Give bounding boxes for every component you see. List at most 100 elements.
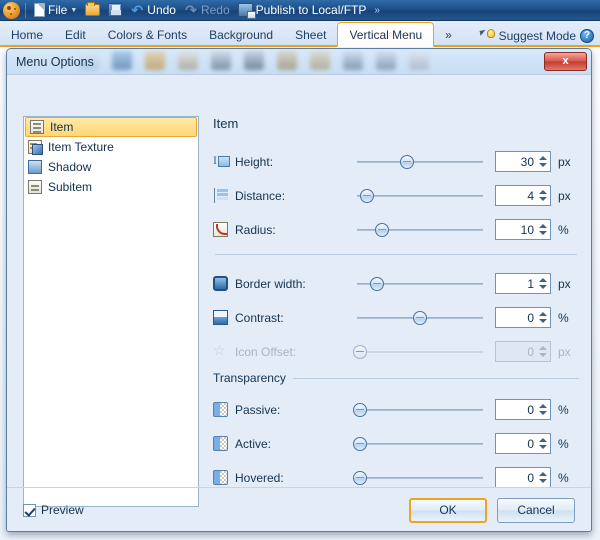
- tab-background[interactable]: Background: [198, 23, 284, 47]
- active-label: Active:: [235, 436, 272, 451]
- radius-value[interactable]: 10: [496, 223, 538, 237]
- file-button[interactable]: File ▼: [31, 1, 80, 20]
- tab-home[interactable]: Home: [0, 23, 54, 47]
- spinner-arrows[interactable]: [538, 468, 550, 487]
- slider-track: [357, 160, 483, 163]
- spinner-up-icon[interactable]: [539, 404, 547, 408]
- slider-thumb[interactable]: [352, 436, 367, 451]
- distance-spinner[interactable]: 4: [495, 185, 551, 206]
- dialog-body: Item Item Texture Shadow Subitem Item I …: [7, 75, 591, 531]
- slider-track: [357, 194, 483, 197]
- radius-spinner[interactable]: 10: [495, 219, 551, 240]
- spinner-arrows[interactable]: [538, 274, 550, 293]
- suggest-mode-label[interactable]: Suggest Mode: [499, 29, 576, 43]
- preview-checkbox[interactable]: [23, 503, 36, 517]
- slider-thumb[interactable]: [360, 188, 375, 203]
- list-item-label: Subitem: [48, 180, 93, 194]
- list-item-item-texture[interactable]: Item Texture: [24, 137, 198, 157]
- spinner-up-icon[interactable]: [539, 472, 547, 476]
- passive-slider[interactable]: [352, 402, 483, 418]
- contrast-slider[interactable]: [357, 310, 483, 326]
- distance-slider[interactable]: [357, 188, 483, 204]
- list-item-shadow[interactable]: Shadow: [24, 157, 198, 177]
- spinner-up-icon[interactable]: [539, 224, 547, 228]
- category-list[interactable]: Item Item Texture Shadow Subitem: [23, 116, 199, 507]
- setting-row-border-width: Border width: 1 px: [213, 269, 579, 298]
- spinner-arrows[interactable]: [538, 152, 550, 171]
- spinner-up-icon[interactable]: [539, 312, 547, 316]
- slider-thumb[interactable]: [352, 402, 367, 417]
- spinner-down-icon[interactable]: [539, 285, 547, 289]
- spinner-arrows[interactable]: [538, 186, 550, 205]
- slider-thumb[interactable]: [400, 154, 415, 169]
- spinner-down-icon[interactable]: [539, 163, 547, 167]
- spinner-down-icon[interactable]: [539, 411, 547, 415]
- distance-value[interactable]: 4: [496, 189, 538, 203]
- spinner-down-icon[interactable]: [539, 319, 547, 323]
- publish-button[interactable]: Publish to Local/FTP: [235, 1, 370, 20]
- passive-value[interactable]: 0: [496, 403, 538, 417]
- radius-slider[interactable]: [357, 222, 483, 238]
- list-item-item[interactable]: Item: [25, 117, 197, 137]
- icon-offset-unit: px: [558, 344, 571, 359]
- border-width-value[interactable]: 1: [496, 277, 538, 291]
- slider-thumb[interactable]: [352, 470, 367, 485]
- ok-button[interactable]: OK: [409, 497, 487, 523]
- contrast-spinner[interactable]: 0: [495, 307, 551, 328]
- hovered-value[interactable]: 0: [496, 471, 538, 485]
- height-slider[interactable]: [357, 154, 483, 170]
- toolbar-overflow-button[interactable]: »: [371, 5, 384, 16]
- slider-thumb[interactable]: [413, 310, 427, 325]
- spinner-down-icon[interactable]: [539, 197, 547, 201]
- active-slider[interactable]: [352, 436, 483, 452]
- list-item-subitem[interactable]: Subitem: [24, 177, 198, 197]
- height-icon: [213, 153, 230, 169]
- height-value[interactable]: 30: [496, 155, 538, 169]
- spinner-arrows[interactable]: [538, 434, 550, 453]
- chevron-down-icon[interactable]: ▼: [70, 7, 77, 14]
- contrast-value[interactable]: 0: [496, 311, 538, 325]
- tab-colors-and-fonts[interactable]: Colors & Fonts: [97, 23, 198, 47]
- spinner-arrows[interactable]: [538, 308, 550, 327]
- spinner-up-icon[interactable]: [539, 278, 547, 282]
- active-spinner[interactable]: 0: [495, 433, 551, 454]
- hovered-spinner[interactable]: 0: [495, 467, 551, 488]
- preview-checkbox-wrapper[interactable]: Preview: [23, 503, 84, 517]
- spinner-up-icon[interactable]: [539, 438, 547, 442]
- border-width-slider[interactable]: [357, 276, 483, 292]
- dialog-title-bar[interactable]: Menu Options x: [7, 49, 591, 75]
- spinner-down-icon[interactable]: [539, 445, 547, 449]
- spinner-arrows: [538, 342, 550, 361]
- height-spinner[interactable]: 30: [495, 151, 551, 172]
- close-icon[interactable]: x: [544, 52, 587, 71]
- undo-button[interactable]: ↶ Undo: [127, 1, 179, 20]
- redo-icon: ↷: [185, 1, 197, 18]
- cancel-button[interactable]: Cancel: [497, 497, 575, 523]
- tab-vertical-menu[interactable]: Vertical Menu: [337, 22, 435, 47]
- help-icon[interactable]: ?: [580, 29, 594, 43]
- radius-label: Radius:: [235, 222, 276, 237]
- save-button[interactable]: [105, 1, 125, 20]
- slider-thumb[interactable]: [375, 222, 390, 237]
- open-folder-icon: [85, 2, 101, 16]
- tab-sheet[interactable]: Sheet: [284, 23, 337, 47]
- spinner-down-icon[interactable]: [539, 231, 547, 235]
- slider-thumb[interactable]: [370, 276, 385, 291]
- distance-icon: [213, 188, 228, 203]
- radius-unit: %: [558, 222, 569, 237]
- spinner-up-icon[interactable]: [539, 156, 547, 160]
- hovered-slider[interactable]: [352, 470, 483, 486]
- spinner-down-icon[interactable]: [539, 479, 547, 483]
- passive-spinner[interactable]: 0: [495, 399, 551, 420]
- spinner-arrows[interactable]: [538, 220, 550, 239]
- spinner-up-icon[interactable]: [539, 190, 547, 194]
- border-width-spinner[interactable]: 1: [495, 273, 551, 294]
- tab-edit[interactable]: Edit: [54, 23, 97, 47]
- palette-icon[interactable]: [3, 1, 20, 19]
- tab-overflow-chevron[interactable]: »: [434, 23, 463, 47]
- open-button[interactable]: [82, 1, 103, 20]
- setting-row-distance: Distance: 4 px: [213, 181, 579, 210]
- spinner-arrows[interactable]: [538, 400, 550, 419]
- passive-label: Passive:: [235, 402, 281, 417]
- active-value[interactable]: 0: [496, 437, 538, 451]
